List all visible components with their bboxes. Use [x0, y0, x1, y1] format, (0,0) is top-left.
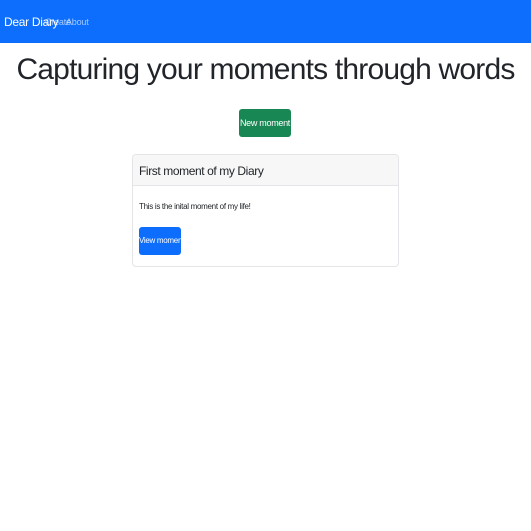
moment-card-body: This is the inital moment of my life!: [139, 202, 251, 211]
page-title: Capturing your moments through words: [16, 53, 515, 86]
moment-card: First moment of my Diary This is the ini…: [132, 154, 399, 267]
nav-link-about[interactable]: About: [66, 17, 89, 27]
new-moment-button[interactable]: New moment: [239, 109, 291, 137]
top-navbar: Dear Diary Create About: [0, 0, 531, 43]
moment-card-title: First moment of my Diary: [139, 164, 264, 178]
view-moment-button[interactable]: View moment: [139, 227, 184, 255]
moment-card-header: First moment of my Diary: [133, 155, 398, 186]
